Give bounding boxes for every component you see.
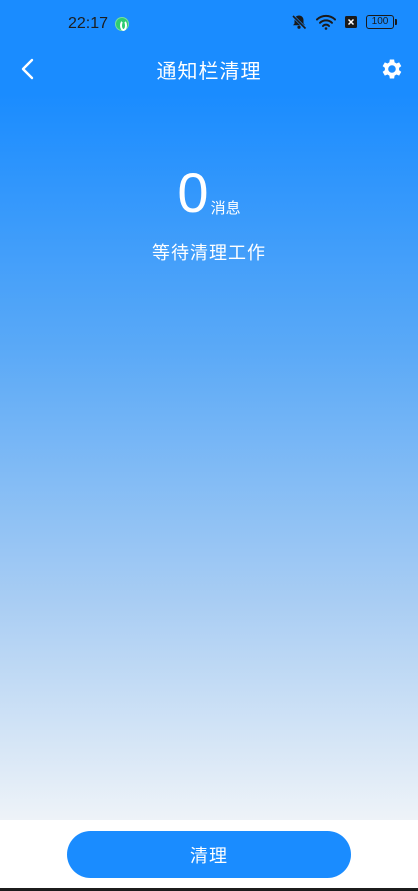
summary-panel: 0 消息 等待清理工作 [0,94,418,820]
status-bar: 22:17 100 [0,0,418,48]
status-time: 22:17 [68,15,109,32]
wifi-icon [316,14,336,30]
battery-icon: 100 [366,15,397,29]
settings-button[interactable] [374,54,408,88]
page-title: 通知栏清理 [156,59,262,83]
battery-level: 100 [371,16,389,27]
app-bar: 通知栏清理 [0,48,418,94]
notification-dot-icon [115,17,129,31]
sim-icon [344,15,358,29]
clean-status-text: 等待清理工作 [152,243,266,264]
status-icons: 100 [290,13,397,31]
gear-icon [378,56,404,86]
bottom-action-bar: 清理 [0,820,418,891]
message-count-unit: 消息 [210,199,241,217]
message-count: 0 消息 [0,164,418,222]
clean-button[interactable]: 清理 [67,831,351,878]
message-count-value: 0 [177,161,209,224]
mute-bell-icon [290,13,308,31]
